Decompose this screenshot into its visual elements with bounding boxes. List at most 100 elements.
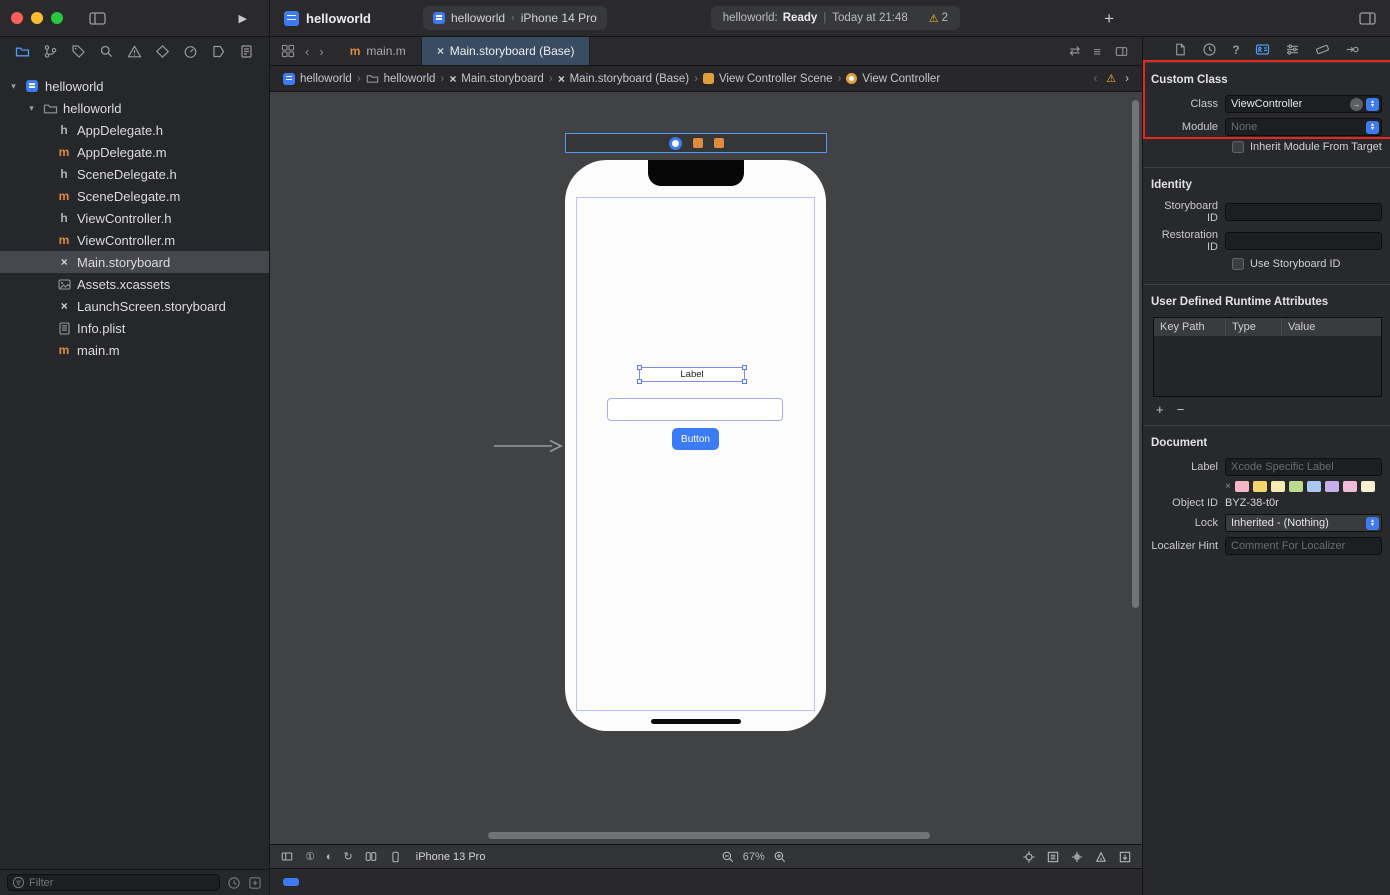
add-editor-icon[interactable]	[1114, 45, 1129, 58]
zoom-level[interactable]: 67%	[743, 851, 765, 863]
go-back-icon[interactable]: ‹	[305, 44, 309, 59]
selection-handle[interactable]	[637, 365, 642, 370]
breadcrumb-project[interactable]: helloworld	[283, 72, 352, 85]
appearance-toggle-icon[interactable]: ◐	[326, 851, 333, 863]
standard-editor-icon[interactable]: ①	[305, 850, 315, 863]
selection-handle[interactable]	[637, 379, 642, 384]
project-navigator-icon[interactable]	[15, 44, 30, 59]
size-inspector-icon[interactable]	[1315, 42, 1330, 57]
next-issue-icon[interactable]: ›	[1125, 73, 1129, 85]
class-dropdown-icon[interactable]: ▴ ▾	[1366, 97, 1379, 111]
color-swatch[interactable]	[1288, 481, 1303, 492]
library-add-button[interactable]: +	[1104, 10, 1114, 27]
filter-input[interactable]: Filter	[7, 874, 220, 891]
align-icon[interactable]	[1070, 850, 1084, 864]
remove-attribute-button[interactable]: −	[1177, 403, 1185, 416]
activity-status[interactable]: helloworld: Ready | Today at 21:48 ⚠ 2	[710, 6, 961, 30]
scene-dock[interactable]	[565, 133, 827, 153]
inherit-module-checkbox[interactable]	[1232, 141, 1244, 153]
toggle-navigator-icon[interactable]	[89, 11, 106, 26]
resolve-autolayout-icon[interactable]	[1118, 850, 1132, 864]
symbol-navigator-icon[interactable]	[71, 44, 86, 59]
identity-inspector-icon[interactable]	[1255, 42, 1270, 57]
document-label-field[interactable]: Xcode Specific Label	[1225, 458, 1382, 476]
vertical-scrollbar[interactable]	[1132, 100, 1139, 608]
storyboard-id-field[interactable]	[1225, 203, 1382, 221]
tree-row-file[interactable]: h AppDelegate.h	[0, 119, 269, 141]
tree-row-file-selected[interactable]: × Main.storyboard	[0, 251, 269, 273]
history-inspector-icon[interactable]	[1202, 42, 1217, 57]
horizontal-scrollbar[interactable]	[488, 832, 930, 839]
editor-panel-icon[interactable]	[280, 850, 294, 863]
color-swatch[interactable]	[1270, 481, 1285, 492]
module-combo-field[interactable]: None ▴ ▾	[1225, 118, 1382, 136]
color-swatch[interactable]	[1306, 481, 1321, 492]
localizer-hint-field[interactable]: Comment For Localizer	[1225, 537, 1382, 555]
ib-label[interactable]: Label	[637, 365, 747, 384]
tree-row-file[interactable]: Info.plist	[0, 317, 269, 339]
tab-main-m[interactable]: m main.m	[335, 37, 422, 65]
breadcrumb-group[interactable]: helloworld	[366, 72, 435, 85]
breakpoint-toggle[interactable]	[283, 878, 299, 886]
tab-main-storyboard[interactable]: × Main.storyboard (Base)	[421, 37, 591, 65]
breakpoint-navigator-icon[interactable]	[211, 44, 226, 59]
breadcrumb-storyboard[interactable]: × Main.storyboard	[449, 72, 543, 86]
find-navigator-icon[interactable]	[99, 44, 114, 59]
tree-row-file[interactable]: × LaunchScreen.storyboard	[0, 295, 269, 317]
class-combo-field[interactable]: ViewController → ▴ ▾	[1225, 95, 1382, 113]
zoom-in-icon[interactable]	[773, 850, 787, 864]
tree-row-file[interactable]: m SceneDelegate.m	[0, 185, 269, 207]
zoom-out-icon[interactable]	[721, 850, 735, 864]
module-dropdown-icon[interactable]: ▴ ▾	[1366, 120, 1379, 134]
warning-badge[interactable]: ⚠ 2	[929, 12, 948, 25]
first-responder-icon[interactable]	[692, 138, 703, 148]
related-items-icon[interactable]	[281, 44, 295, 58]
minimize-window-button[interactable]	[31, 12, 43, 24]
restoration-id-field[interactable]	[1225, 232, 1382, 250]
color-swatch[interactable]	[1324, 481, 1339, 492]
tree-row-file[interactable]: m ViewController.m	[0, 229, 269, 251]
scheme-selector[interactable]: helloworld › iPhone 14 Pro	[423, 6, 607, 30]
color-swatch[interactable]	[1342, 481, 1357, 492]
test-navigator-icon[interactable]	[155, 44, 170, 59]
run-button[interactable]: ▶	[239, 12, 247, 25]
run-destination[interactable]: iPhone 14 Pro	[521, 11, 597, 25]
disclosure-icon[interactable]: ▾	[8, 81, 19, 92]
table-body-empty[interactable]	[1154, 336, 1381, 396]
selection-handle[interactable]	[742, 365, 747, 370]
tree-row-project[interactable]: ▾ helloworld	[0, 75, 269, 97]
issue-navigator-icon[interactable]	[127, 44, 142, 59]
jump-to-class-icon[interactable]: →	[1350, 97, 1363, 111]
toggle-inspector-icon[interactable]	[1359, 11, 1376, 26]
storyboard-canvas[interactable]: Label Button	[270, 92, 1142, 844]
scm-status-filter-icon[interactable]	[248, 876, 262, 890]
runtime-attributes-table[interactable]: Key Path Type Value	[1153, 317, 1382, 397]
source-control-navigator-icon[interactable]	[43, 44, 58, 59]
device-icon[interactable]	[389, 850, 402, 864]
use-storyboard-id-checkbox[interactable]	[1232, 258, 1244, 270]
zoom-window-button[interactable]	[51, 12, 63, 24]
color-swatch[interactable]	[1234, 481, 1249, 492]
tree-row-group[interactable]: ▾ helloworld	[0, 97, 269, 119]
add-constraints-icon[interactable]	[1094, 850, 1108, 864]
attributes-inspector-icon[interactable]	[1285, 42, 1300, 57]
exit-icon[interactable]	[713, 138, 724, 148]
debug-navigator-icon[interactable]	[183, 44, 198, 59]
selection-handle[interactable]	[742, 379, 747, 384]
report-navigator-icon[interactable]	[239, 44, 254, 59]
color-swatch[interactable]	[1360, 481, 1375, 492]
add-attribute-button[interactable]: +	[1156, 403, 1164, 416]
orientation-icon[interactable]: ↻	[344, 850, 353, 863]
tree-row-file[interactable]: Assets.xcassets	[0, 273, 269, 295]
tree-row-file[interactable]: m AppDelegate.m	[0, 141, 269, 163]
size-variants-icon[interactable]	[364, 850, 378, 863]
quick-help-inspector-icon[interactable]: ?	[1232, 44, 1239, 56]
tree-row-file[interactable]: h ViewController.h	[0, 207, 269, 229]
adjust-editor-icon[interactable]: ≡	[1093, 44, 1101, 59]
color-swatch[interactable]	[1252, 481, 1267, 492]
go-forward-icon[interactable]: ›	[319, 44, 323, 59]
recent-files-filter-icon[interactable]	[227, 876, 241, 890]
breadcrumb-storyboard-base[interactable]: × Main.storyboard (Base)	[558, 72, 690, 86]
close-window-button[interactable]	[11, 12, 23, 24]
device-selector[interactable]: iPhone 13 Pro	[416, 851, 486, 863]
